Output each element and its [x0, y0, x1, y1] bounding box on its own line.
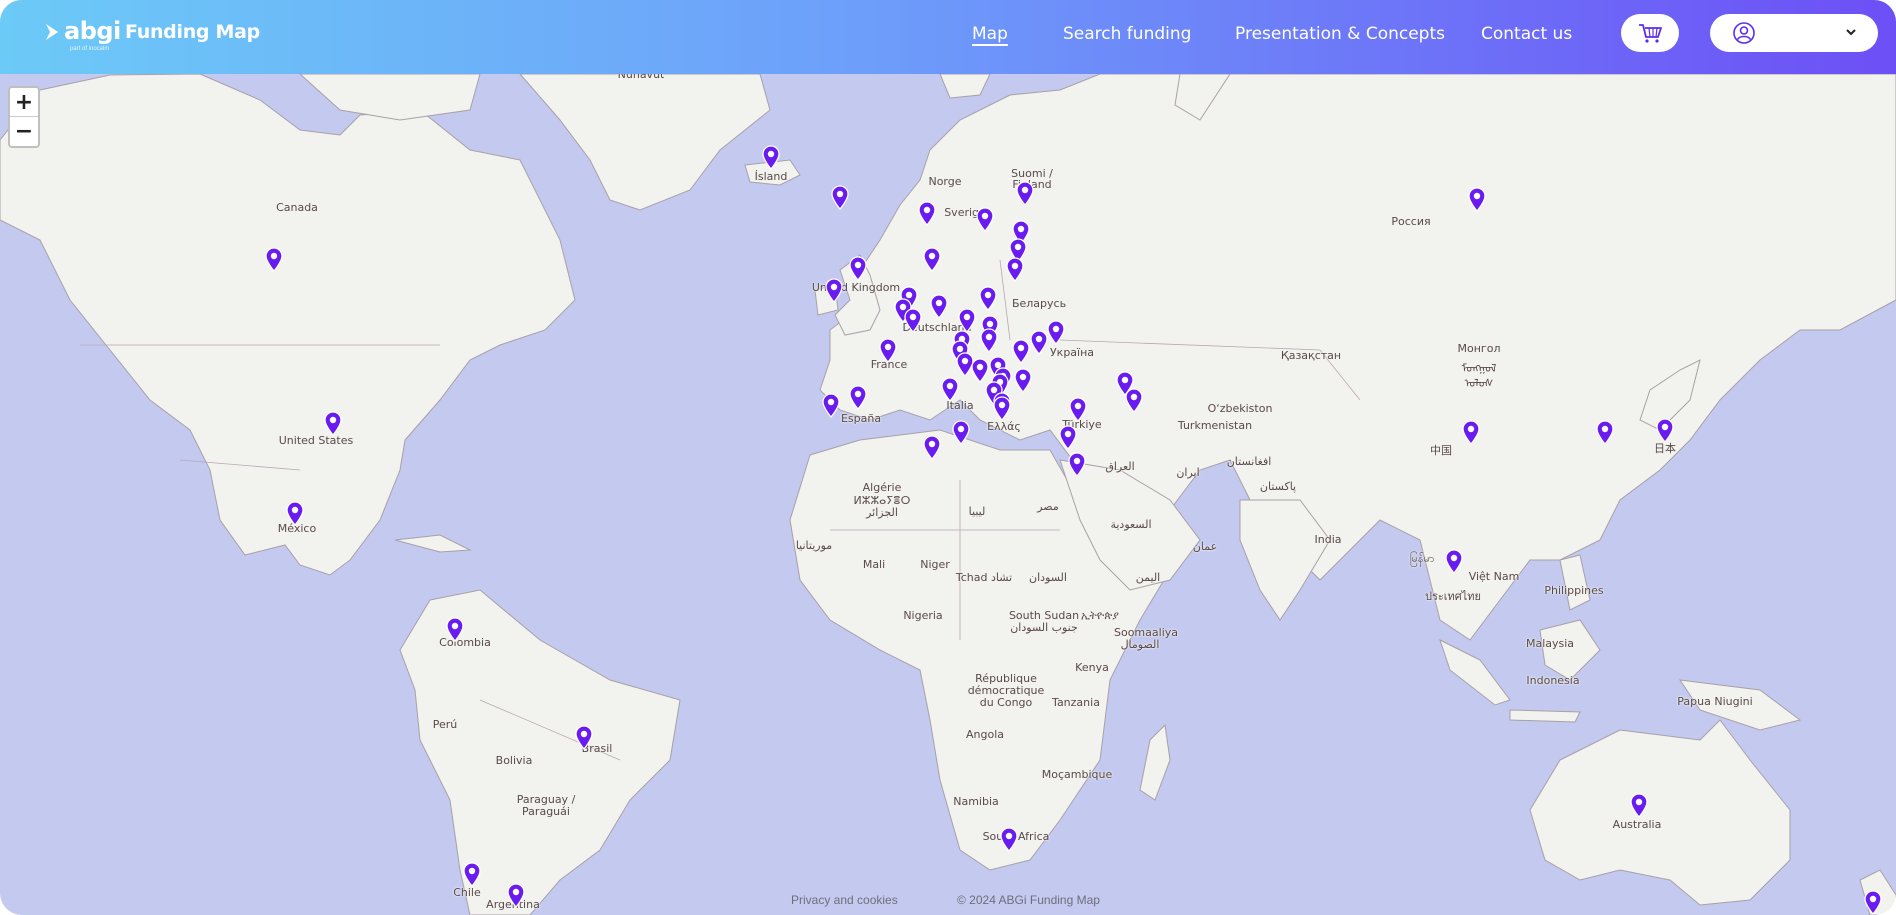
- top-header: abgi part of inocalm Funding Map Map Sea…: [0, 0, 1896, 74]
- nav-search-funding[interactable]: Search funding: [1063, 24, 1191, 44]
- land-north-america: [0, 73, 576, 576]
- land-south-america: [399, 589, 681, 915]
- location-marker-france[interactable]: [879, 338, 898, 363]
- location-marker-greece[interactable]: [993, 396, 1012, 421]
- zoom-control: + −: [8, 86, 40, 148]
- land-sumatra: [1439, 639, 1511, 706]
- land-australia: [1529, 719, 1791, 906]
- location-marker-argentina[interactable]: [507, 883, 526, 908]
- location-marker-iceland[interactable]: [762, 145, 781, 170]
- location-marker-korea[interactable]: [1596, 420, 1615, 445]
- location-marker-luxembourg[interactable]: [904, 308, 923, 333]
- land-madagascar: [1139, 723, 1171, 801]
- nav-presentation[interactable]: Presentation & Concepts: [1235, 24, 1445, 44]
- location-marker-colombia[interactable]: [446, 617, 465, 642]
- land-canadian-arctic: [298, 73, 481, 121]
- land-new-guinea: [1678, 679, 1802, 731]
- location-marker-israel[interactable]: [1068, 452, 1087, 477]
- nav-map[interactable]: Map: [972, 24, 1008, 44]
- location-marker-china[interactable]: [1462, 420, 1481, 445]
- location-marker-faroe[interactable]: [831, 185, 850, 210]
- location-marker-usa[interactable]: [324, 411, 343, 436]
- location-marker-finland[interactable]: [1016, 181, 1035, 206]
- land-java: [1509, 709, 1581, 723]
- logo-wordmark: abgi: [64, 17, 121, 45]
- location-marker-spain[interactable]: [849, 385, 868, 410]
- location-marker-chile[interactable]: [463, 862, 482, 887]
- location-marker-russia[interactable]: [1468, 187, 1487, 212]
- location-marker-new-zealand[interactable]: [1864, 890, 1883, 915]
- user-menu-button[interactable]: [1710, 14, 1878, 52]
- location-marker-sweden-s[interactable]: [923, 247, 942, 272]
- location-marker-cyprus[interactable]: [1059, 425, 1078, 450]
- location-marker-sweden-n[interactable]: [976, 207, 995, 232]
- location-marker-scotland[interactable]: [849, 256, 868, 281]
- location-marker-serbia[interactable]: [1014, 368, 1033, 393]
- location-marker-italy[interactable]: [941, 377, 960, 402]
- app-title: Funding Map: [125, 21, 260, 43]
- land-borneo: [1539, 619, 1601, 681]
- land-cuba: [394, 534, 472, 553]
- location-marker-south-africa[interactable]: [1000, 827, 1019, 852]
- copyright-text: © 2024 ABGi Funding Map: [957, 893, 1100, 907]
- chevron-down-icon: [1846, 29, 1856, 36]
- location-marker-japan[interactable]: [1656, 418, 1675, 443]
- logo-subtext: part of inocalm: [70, 46, 110, 52]
- cart-icon: [1639, 24, 1662, 43]
- location-marker-lithuania[interactable]: [1006, 257, 1025, 282]
- location-marker-brazil[interactable]: [575, 725, 594, 750]
- location-marker-norway[interactable]: [918, 201, 937, 226]
- location-marker-portugal[interactable]: [822, 393, 841, 418]
- cart-button[interactable]: [1621, 14, 1679, 52]
- location-marker-slovakia[interactable]: [980, 328, 999, 353]
- brand-logo[interactable]: abgi part of inocalm: [44, 17, 121, 52]
- location-marker-ireland[interactable]: [825, 278, 844, 303]
- location-marker-poland-n[interactable]: [979, 286, 998, 311]
- location-marker-germany-n[interactable]: [930, 294, 949, 319]
- location-marker-tunisia[interactable]: [923, 435, 942, 460]
- land-svalbard: [939, 73, 991, 99]
- location-marker-malta[interactable]: [952, 420, 971, 445]
- land-greenland: [518, 73, 771, 211]
- nav-contact[interactable]: Contact us: [1481, 24, 1572, 44]
- user-icon: [1733, 22, 1755, 44]
- app-frame: Nunavut Ísland Canada Norge Sverige Suom…: [0, 0, 1896, 915]
- world-map[interactable]: Nunavut Ísland Canada Norge Sverige Suom…: [0, 0, 1896, 915]
- location-marker-mexico[interactable]: [286, 501, 305, 526]
- location-marker-hungary[interactable]: [1012, 339, 1031, 364]
- location-marker-ukraine[interactable]: [1047, 320, 1066, 345]
- location-marker-canada[interactable]: [265, 247, 284, 272]
- privacy-link[interactable]: Privacy and cookies: [791, 893, 898, 907]
- zoom-in-button[interactable]: +: [10, 88, 38, 117]
- location-marker-turkey[interactable]: [1069, 397, 1088, 422]
- logo-arrow-icon: [46, 24, 58, 40]
- location-marker-slovenia[interactable]: [971, 358, 990, 383]
- location-marker-australia[interactable]: [1630, 793, 1649, 818]
- location-marker-armenia[interactable]: [1125, 388, 1144, 413]
- location-marker-moldova[interactable]: [1030, 330, 1049, 355]
- map-basemap: [0, 73, 1896, 915]
- location-marker-thailand[interactable]: [1445, 549, 1464, 574]
- land-philippines: [1559, 554, 1591, 611]
- zoom-out-button[interactable]: −: [10, 117, 38, 146]
